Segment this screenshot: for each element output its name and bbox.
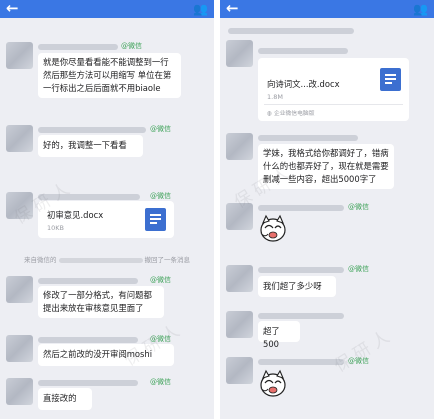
message-bubble[interactable]: 直接改的 (38, 388, 92, 410)
doc-file-icon (145, 208, 166, 231)
wechat-source-tag: @微信 (150, 125, 171, 133)
message-bubble[interactable]: 就是你尽量看看能不能调整到一行 然后那些方法可以用缩写 单位在第一行标出之后后面… (38, 53, 181, 98)
file-size: 10KB (47, 224, 64, 232)
avatar[interactable] (226, 203, 253, 230)
sender-name-blurred (258, 135, 358, 141)
avatar[interactable] (226, 265, 253, 292)
file-card[interactable]: 向诗词文...改.docx 1.8M ◍ 企业微信电脑版 (258, 58, 409, 121)
sender-name-blurred (38, 127, 146, 133)
sender-name-blurred (258, 359, 344, 365)
sender-name-blurred (38, 194, 140, 200)
cartoon-cat-sticker[interactable] (258, 213, 288, 243)
file-source-label: 企业微信电脑版 (273, 111, 315, 117)
recall-suffix: 撤回了一条消息 (144, 256, 191, 264)
avatar[interactable] (6, 192, 33, 219)
sender-name-blurred (258, 205, 344, 211)
file-card-divider (264, 104, 403, 105)
wechat-source-tag: @微信 (348, 203, 369, 211)
message-bubble[interactable]: 好的，我调整一下看看 (38, 135, 143, 157)
avatar[interactable] (6, 276, 33, 303)
sender-name-blurred (38, 380, 138, 386)
group-members-icon[interactable]: 👥 (413, 0, 428, 18)
sender-name-blurred (38, 278, 138, 284)
recall-notice: 来自微信的 撤回了一条消息 (0, 254, 214, 264)
file-size: 1.8M (267, 93, 283, 101)
avatar[interactable] (226, 133, 253, 160)
back-arrow-icon[interactable]: ← (226, 0, 239, 17)
recall-name-blurred (58, 257, 143, 263)
wechat-source-tag: @微信 (348, 357, 369, 365)
sender-name-blurred (258, 313, 344, 319)
avatar[interactable] (6, 125, 33, 152)
back-arrow-icon[interactable]: ← (6, 0, 19, 17)
chat-header: ← 👥 (0, 0, 214, 18)
cartoon-cat-sticker[interactable] (258, 368, 288, 398)
avatar[interactable] (6, 335, 33, 362)
sender-name-blurred (38, 44, 118, 50)
wechat-source-tag: @微信 (150, 335, 171, 343)
avatar[interactable] (226, 357, 253, 384)
sender-name-blurred (228, 28, 354, 34)
wechat-source-tag: @微信 (348, 265, 369, 273)
chat-pane-left: ← 👥 @微信 就是你尽量看看能不能调整到一行 然后那些方法可以用缩写 单位在第… (0, 0, 214, 419)
chat-pane-right: ← 👥 向诗词文...改.docx 1.8M ◍ 企业微信电脑版 学妹，我格式给… (220, 0, 434, 419)
avatar[interactable] (6, 378, 33, 405)
avatar[interactable] (226, 311, 253, 338)
message-bubble[interactable]: 修改了一部分格式，有问题都提出来放在审核意见里面了 (38, 286, 164, 318)
file-name: 向诗词文...改.docx (267, 79, 340, 89)
message-bubble[interactable]: 学妹，我格式给你都调好了，错病什么的也都弄好了，现在就是需要删减一些内容，超出5… (258, 144, 394, 189)
file-source: ◍ 企业微信电脑版 (267, 111, 315, 117)
message-bubble[interactable]: 超了500 (258, 321, 300, 349)
wechat-source-tag: @微信 (150, 276, 171, 284)
message-bubble[interactable]: 然后之前改的没开审阅moshi (38, 344, 174, 366)
wechat-source-tag: @微信 (150, 378, 171, 386)
group-members-icon[interactable]: 👥 (193, 0, 208, 18)
avatar[interactable] (6, 42, 33, 69)
watermark: 保研人 (331, 324, 398, 377)
sender-name-blurred (38, 337, 138, 343)
recall-prefix: 来自微信的 (24, 256, 57, 264)
doc-file-icon (380, 68, 401, 91)
message-bubble[interactable]: 我们超了多少呀 (258, 276, 336, 297)
sender-name-blurred (258, 267, 344, 273)
wechat-source-tag: @微信 (150, 192, 171, 200)
chat-header: ← 👥 (220, 0, 434, 18)
avatar[interactable] (226, 40, 253, 67)
file-card[interactable]: 初审意见.docx 10KB (38, 201, 174, 238)
sender-name-blurred (258, 48, 348, 54)
file-name: 初审意见.docx (47, 210, 104, 220)
wechat-source-tag: @微信 (121, 42, 142, 50)
